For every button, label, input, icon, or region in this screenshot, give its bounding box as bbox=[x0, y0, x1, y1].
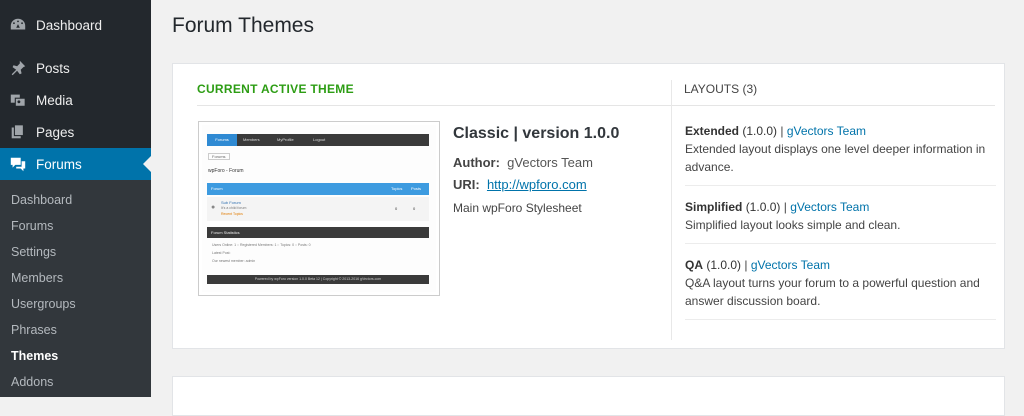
admin-sidebar: Dashboard Posts Media Pages Forums Dashb… bbox=[0, 0, 151, 397]
submenu-settings[interactable]: Settings bbox=[11, 245, 56, 259]
preview-nav: Forums Members MyProfile Logout bbox=[207, 134, 429, 146]
divider bbox=[672, 105, 995, 106]
pages-icon bbox=[0, 123, 36, 141]
layouts-heading: LAYOUTS (3) bbox=[684, 82, 758, 96]
preview-nav-item: Forums bbox=[207, 134, 237, 146]
layout-author-link[interactable]: gVectors Team bbox=[787, 124, 866, 138]
uri-link[interactable]: http://wpforo.com bbox=[487, 177, 587, 192]
submenu-themes[interactable]: Themes bbox=[11, 349, 58, 363]
preview-footer: Powered by wpForo version 1.0.0 Beta 12 … bbox=[207, 275, 429, 284]
layout-item-extended: Extended (1.0.0) | gVectors Team Extende… bbox=[685, 122, 996, 176]
divider bbox=[685, 243, 996, 244]
layout-description: Q&A layout turns your forum to a powerfu… bbox=[685, 276, 980, 308]
chat-bubble-icon: ● bbox=[211, 204, 216, 211]
author-label: Author: bbox=[453, 155, 500, 170]
preview-breadcrumb: Forums bbox=[208, 153, 230, 160]
column-divider bbox=[671, 80, 672, 340]
layout-name: Extended bbox=[685, 124, 740, 138]
themes-list-panel bbox=[172, 376, 1005, 416]
preview-stats-header: Forum Statistics bbox=[207, 227, 429, 238]
menu-media[interactable]: Media bbox=[0, 84, 151, 116]
menu-forums-label: Forums bbox=[36, 156, 82, 172]
theme-screenshot: Forums Members MyProfile Logout Forums w… bbox=[198, 121, 440, 296]
menu-posts[interactable]: Posts bbox=[0, 52, 151, 84]
layout-name: Simplified bbox=[685, 200, 743, 214]
theme-author: Author: gVectors Team bbox=[453, 155, 593, 170]
forums-icon bbox=[0, 155, 36, 173]
layout-author-link[interactable]: gVectors Team bbox=[751, 258, 830, 272]
layout-separator: | bbox=[780, 124, 784, 138]
preview-posts-count: 0 bbox=[413, 206, 416, 211]
preview-stats-line: Our newest member: admin bbox=[212, 259, 256, 263]
preview-recent: Recent Topics bbox=[221, 212, 243, 216]
menu-forums[interactable]: Forums bbox=[0, 148, 151, 180]
divider bbox=[685, 185, 996, 186]
menu-dashboard-label: Dashboard bbox=[36, 17, 103, 33]
submenu-phrases[interactable]: Phrases bbox=[11, 323, 57, 337]
submenu-usergroups[interactable]: Usergroups bbox=[11, 297, 76, 311]
layout-separator: | bbox=[783, 200, 787, 214]
theme-name: Classic | version 1.0.0 bbox=[453, 125, 620, 142]
layout-version: (1.0.0) bbox=[742, 124, 778, 138]
dashboard-icon bbox=[0, 16, 36, 34]
current-theme-heading: CURRENT ACTIVE THEME bbox=[197, 82, 354, 96]
menu-media-label: Media bbox=[36, 92, 73, 108]
layout-description: Extended layout displays one level deepe… bbox=[685, 142, 986, 174]
media-icon bbox=[0, 91, 36, 109]
preview-subforum: Sub Forum bbox=[221, 200, 241, 205]
author-value: gVectors Team bbox=[507, 155, 593, 170]
pin-icon bbox=[0, 59, 36, 77]
layout-version: (1.0.0) bbox=[706, 258, 742, 272]
layout-item-qa: QA (1.0.0) | gVectors Team Q&A layout tu… bbox=[685, 256, 996, 310]
menu-dashboard[interactable]: Dashboard bbox=[0, 9, 151, 41]
preview-head-forum: Forum bbox=[211, 186, 223, 191]
submenu-members[interactable]: Members bbox=[11, 271, 63, 285]
submenu-forums[interactable]: Forums bbox=[11, 219, 53, 233]
preview-subforum-desc: It's a child forum bbox=[221, 206, 247, 210]
preview-title: wpForo - Forum bbox=[208, 168, 244, 174]
layout-name: QA bbox=[685, 258, 703, 272]
theme-uri: URI: http://wpforo.com bbox=[453, 177, 587, 192]
preview-stats-title: Forum Statistics bbox=[211, 230, 240, 235]
preview-topics-count: 0 bbox=[395, 206, 398, 211]
layout-separator: | bbox=[744, 258, 748, 272]
preview-stats-line: Latest Post: bbox=[212, 251, 231, 255]
submenu-dashboard[interactable]: Dashboard bbox=[11, 193, 72, 207]
theme-description: Main wpForo Stylesheet bbox=[453, 201, 582, 215]
preview-stats-line: Users Online: 1 :: Registered Members: 1… bbox=[212, 243, 311, 247]
submenu-addons[interactable]: Addons bbox=[11, 375, 53, 389]
layout-description: Simplified layout looks simple and clean… bbox=[685, 218, 901, 232]
menu-pages[interactable]: Pages bbox=[0, 116, 151, 148]
layout-item-simplified: Simplified (1.0.0) | gVectors Team Simpl… bbox=[685, 198, 996, 234]
uri-label: URI: bbox=[453, 177, 480, 192]
preview-head-topics: Topics bbox=[391, 186, 403, 191]
layout-author-link[interactable]: gVectors Team bbox=[790, 200, 869, 214]
menu-pages-label: Pages bbox=[36, 124, 75, 140]
preview-forum-header: Forum Topics Posts bbox=[207, 183, 429, 195]
preview-forum-row: ● Sub Forum It's a child forum Recent To… bbox=[207, 197, 429, 221]
layout-version: (1.0.0) bbox=[745, 200, 781, 214]
preview-head-posts: Posts bbox=[411, 186, 422, 191]
menu-posts-label: Posts bbox=[36, 60, 70, 76]
divider bbox=[685, 319, 996, 320]
forums-submenu bbox=[0, 180, 151, 397]
preview-nav-item: Members bbox=[243, 137, 260, 142]
preview-nav-item: MyProfile bbox=[277, 137, 294, 142]
themes-panel: CURRENT ACTIVE THEME LAYOUTS (3) Forums … bbox=[172, 63, 1005, 349]
divider bbox=[197, 105, 671, 106]
preview-nav-item: Logout bbox=[313, 137, 326, 142]
page-title: Forum Themes bbox=[172, 14, 314, 37]
